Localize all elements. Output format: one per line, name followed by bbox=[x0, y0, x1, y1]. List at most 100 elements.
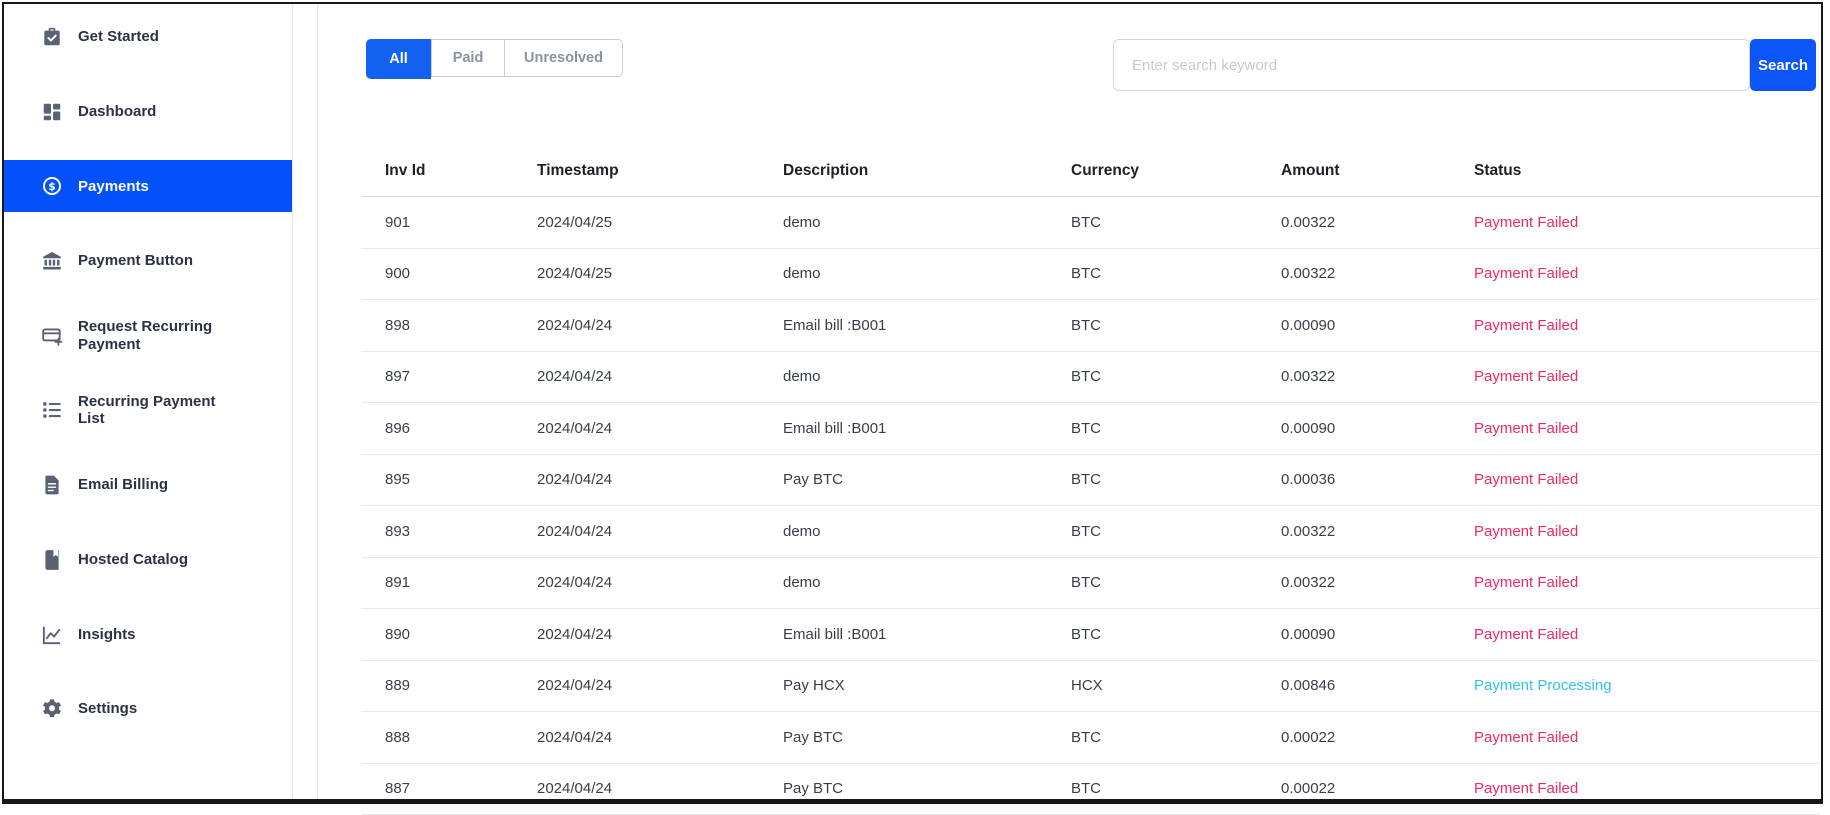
cell-currency: BTC bbox=[1071, 351, 1281, 403]
sidebar-item-label: Payment Button bbox=[78, 252, 240, 269]
cell-amount: 0.00322 bbox=[1281, 506, 1474, 558]
status-link[interactable]: Payment Failed bbox=[1474, 729, 1578, 746]
table-row: 8972024/04/24demoBTC0.00322Payment Faile… bbox=[362, 351, 1820, 403]
card-plus-icon bbox=[41, 325, 63, 347]
sidebar-item-hosted-catalog[interactable]: Hosted Catalog bbox=[4, 534, 292, 586]
sidebar-item-payments[interactable]: $Payments bbox=[4, 160, 292, 212]
cell-inv-id: 895 bbox=[362, 454, 537, 506]
cell-inv-id: 896 bbox=[362, 403, 537, 455]
status-link[interactable]: Payment Failed bbox=[1474, 574, 1578, 591]
column-header-status: Status bbox=[1474, 146, 1820, 197]
status-link[interactable]: Payment Failed bbox=[1474, 317, 1578, 334]
sidebar-item-request-recurring-payment[interactable]: Request Recurring Payment bbox=[4, 310, 292, 362]
cell-currency: BTC bbox=[1071, 403, 1281, 455]
status-link[interactable]: Payment Failed bbox=[1474, 420, 1578, 437]
cell-timestamp: 2024/04/24 bbox=[537, 403, 783, 455]
sidebar-item-get-started[interactable]: Get Started bbox=[4, 11, 292, 63]
sidebar-nav: Get Started Dashboard $Payments Payment But… bbox=[4, 11, 292, 758]
table-row: 9012024/04/25demoBTC0.00322Payment Faile… bbox=[362, 197, 1820, 249]
cell-currency: BTC bbox=[1071, 454, 1281, 506]
status-link[interactable]: Payment Failed bbox=[1474, 265, 1578, 282]
cell-amount: 0.00322 bbox=[1281, 351, 1474, 403]
cell-amount: 0.00090 bbox=[1281, 609, 1474, 661]
cell-timestamp: 2024/04/25 bbox=[537, 248, 783, 300]
cell-currency: BTC bbox=[1071, 300, 1281, 352]
tab-paid[interactable]: Paid bbox=[431, 40, 504, 76]
sidebar-item-settings[interactable]: Settings bbox=[4, 683, 292, 735]
cell-inv-id: 898 bbox=[362, 300, 537, 352]
cell-timestamp: 2024/04/24 bbox=[537, 300, 783, 352]
cell-status: Payment Failed bbox=[1474, 712, 1820, 764]
cell-timestamp: 2024/04/25 bbox=[537, 197, 783, 249]
table-row: 8982024/04/24Email bill :B001BTC0.00090P… bbox=[362, 300, 1820, 352]
cell-amount: 0.00846 bbox=[1281, 660, 1474, 712]
cell-inv-id: 900 bbox=[362, 248, 537, 300]
search-input[interactable] bbox=[1113, 39, 1750, 91]
cell-currency: BTC bbox=[1071, 248, 1281, 300]
cell-description: demo bbox=[783, 351, 1071, 403]
status-link[interactable]: Payment Processing bbox=[1474, 677, 1612, 694]
cell-amount: 0.00322 bbox=[1281, 557, 1474, 609]
sidebar-item-label: Recurring Payment List bbox=[78, 393, 240, 428]
cell-amount: 0.00036 bbox=[1281, 454, 1474, 506]
cell-currency: BTC bbox=[1071, 712, 1281, 764]
cell-currency: BTC bbox=[1071, 506, 1281, 558]
status-link[interactable]: Payment Failed bbox=[1474, 214, 1578, 231]
status-link[interactable]: Payment Failed bbox=[1474, 471, 1578, 488]
cell-inv-id: 897 bbox=[362, 351, 537, 403]
clipboard-check-icon bbox=[41, 26, 63, 48]
sidebar-item-label: Request Recurring Payment bbox=[78, 318, 240, 353]
cell-description: Pay BTC bbox=[783, 454, 1071, 506]
cell-amount: 0.00090 bbox=[1281, 403, 1474, 455]
cell-inv-id: 888 bbox=[362, 712, 537, 764]
sidebar-item-label: Payments bbox=[78, 178, 240, 195]
cell-amount: 0.00022 bbox=[1281, 712, 1474, 764]
sidebar-item-label: Settings bbox=[78, 700, 240, 717]
cell-status: Payment Failed bbox=[1474, 300, 1820, 352]
table-row: 8932024/04/24demoBTC0.00322Payment Faile… bbox=[362, 506, 1820, 558]
file-icon bbox=[41, 474, 63, 496]
sidebar-item-dashboard[interactable]: Dashboard bbox=[4, 86, 292, 138]
column-header-timestamp: Timestamp bbox=[537, 146, 783, 197]
sidebar-item-email-billing[interactable]: Email Billing bbox=[4, 459, 292, 511]
cell-timestamp: 2024/04/24 bbox=[537, 557, 783, 609]
tab-unresolved[interactable]: Unresolved bbox=[504, 40, 622, 76]
tab-all[interactable]: All bbox=[366, 39, 431, 79]
table-row: 9002024/04/25demoBTC0.00322Payment Faile… bbox=[362, 248, 1820, 300]
table-row: 8902024/04/24Email bill :B001BTC0.00090P… bbox=[362, 609, 1820, 661]
status-link[interactable]: Payment Failed bbox=[1474, 780, 1578, 797]
column-header-amount: Amount bbox=[1281, 146, 1474, 197]
sidebar-item-recurring-payment-list[interactable]: Recurring Payment List bbox=[4, 384, 292, 436]
cell-inv-id: 889 bbox=[362, 660, 537, 712]
sidebar-item-payment-button[interactable]: Payment Button bbox=[4, 235, 292, 287]
cell-status: Payment Failed bbox=[1474, 609, 1820, 661]
book-icon bbox=[41, 549, 63, 571]
cell-inv-id: 893 bbox=[362, 506, 537, 558]
cell-currency: BTC bbox=[1071, 557, 1281, 609]
cell-status: Payment Failed bbox=[1474, 248, 1820, 300]
column-header-description: Description bbox=[783, 146, 1071, 197]
cell-status: Payment Failed bbox=[1474, 454, 1820, 506]
cell-timestamp: 2024/04/24 bbox=[537, 454, 783, 506]
search-button[interactable]: Search bbox=[1750, 39, 1816, 91]
sidebar: Get Started Dashboard $Payments Payment But… bbox=[4, 4, 293, 799]
cell-timestamp: 2024/04/24 bbox=[537, 506, 783, 558]
sidebar-item-insights[interactable]: Insights bbox=[4, 609, 292, 661]
cell-inv-id: 891 bbox=[362, 557, 537, 609]
sidebar-item-label: Get Started bbox=[78, 28, 240, 45]
cell-description: demo bbox=[783, 557, 1071, 609]
status-link[interactable]: Payment Failed bbox=[1474, 368, 1578, 385]
chart-line-icon bbox=[41, 624, 63, 646]
cell-description: demo bbox=[783, 248, 1071, 300]
sidebar-item-label: Email Billing bbox=[78, 476, 240, 493]
cell-amount: 0.00090 bbox=[1281, 300, 1474, 352]
cell-description: Email bill :B001 bbox=[783, 403, 1071, 455]
status-link[interactable]: Payment Failed bbox=[1474, 626, 1578, 643]
sidebar-item-label: Dashboard bbox=[78, 103, 240, 120]
column-header-inv-id: Inv Id bbox=[362, 146, 537, 197]
status-link[interactable]: Payment Failed bbox=[1474, 523, 1578, 540]
cell-description: Email bill :B001 bbox=[783, 609, 1071, 661]
cell-currency: BTC bbox=[1071, 197, 1281, 249]
table-row: 8912024/04/24demoBTC0.00322Payment Faile… bbox=[362, 557, 1820, 609]
table-body: 9012024/04/25demoBTC0.00322Payment Faile… bbox=[362, 197, 1820, 815]
